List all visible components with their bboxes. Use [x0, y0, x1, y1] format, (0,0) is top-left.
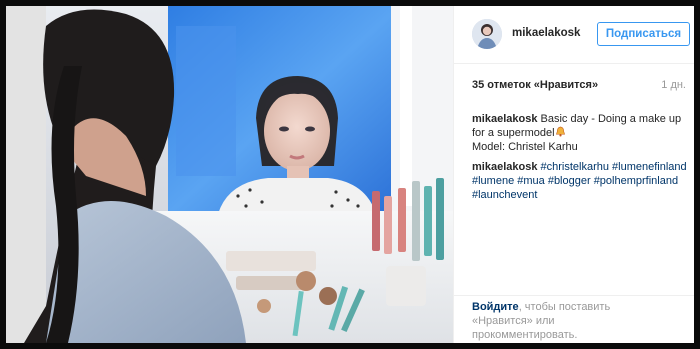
comment-author[interactable]: mikaelakosk: [472, 113, 537, 125]
post-photo[interactable]: [6, 6, 453, 343]
likes-row: 35 отметок «Нравится» 1 дн.: [472, 79, 686, 95]
makeup-mirror-photo: [6, 6, 453, 343]
hashtag-comment: mikaelakosk #christelkarhu #lumenefinlan…: [472, 160, 688, 202]
post-side-panel: mikaelakosk Подписаться 35 отметок «Нрав…: [453, 6, 694, 343]
bell-emoji-icon: [555, 126, 565, 137]
comments-list: mikaelakosk Basic day - Doing a make up …: [472, 112, 688, 208]
login-prompt: Войдите, чтобы поставить «Нравится» или …: [472, 300, 662, 342]
likes-count[interactable]: 35 отметок «Нравится»: [472, 79, 598, 91]
follow-button[interactable]: Подписаться: [597, 22, 690, 46]
instagram-post-embed: mikaelakosk Подписаться 35 отметок «Нрав…: [6, 6, 694, 343]
username-link[interactable]: mikaelakosk: [512, 27, 580, 39]
caption-comment: mikaelakosk Basic day - Doing a make up …: [472, 112, 688, 154]
post-header: mikaelakosk Подписаться: [454, 6, 694, 64]
post-footer: Войдите, чтобы поставить «Нравится» или …: [454, 295, 694, 343]
model-credit: Model: Christel Karhu: [472, 141, 578, 153]
avatar[interactable]: [472, 19, 502, 49]
comment-author[interactable]: mikaelakosk: [472, 161, 537, 173]
login-link[interactable]: Войдите: [472, 301, 519, 313]
post-time[interactable]: 1 дн.: [661, 79, 686, 91]
